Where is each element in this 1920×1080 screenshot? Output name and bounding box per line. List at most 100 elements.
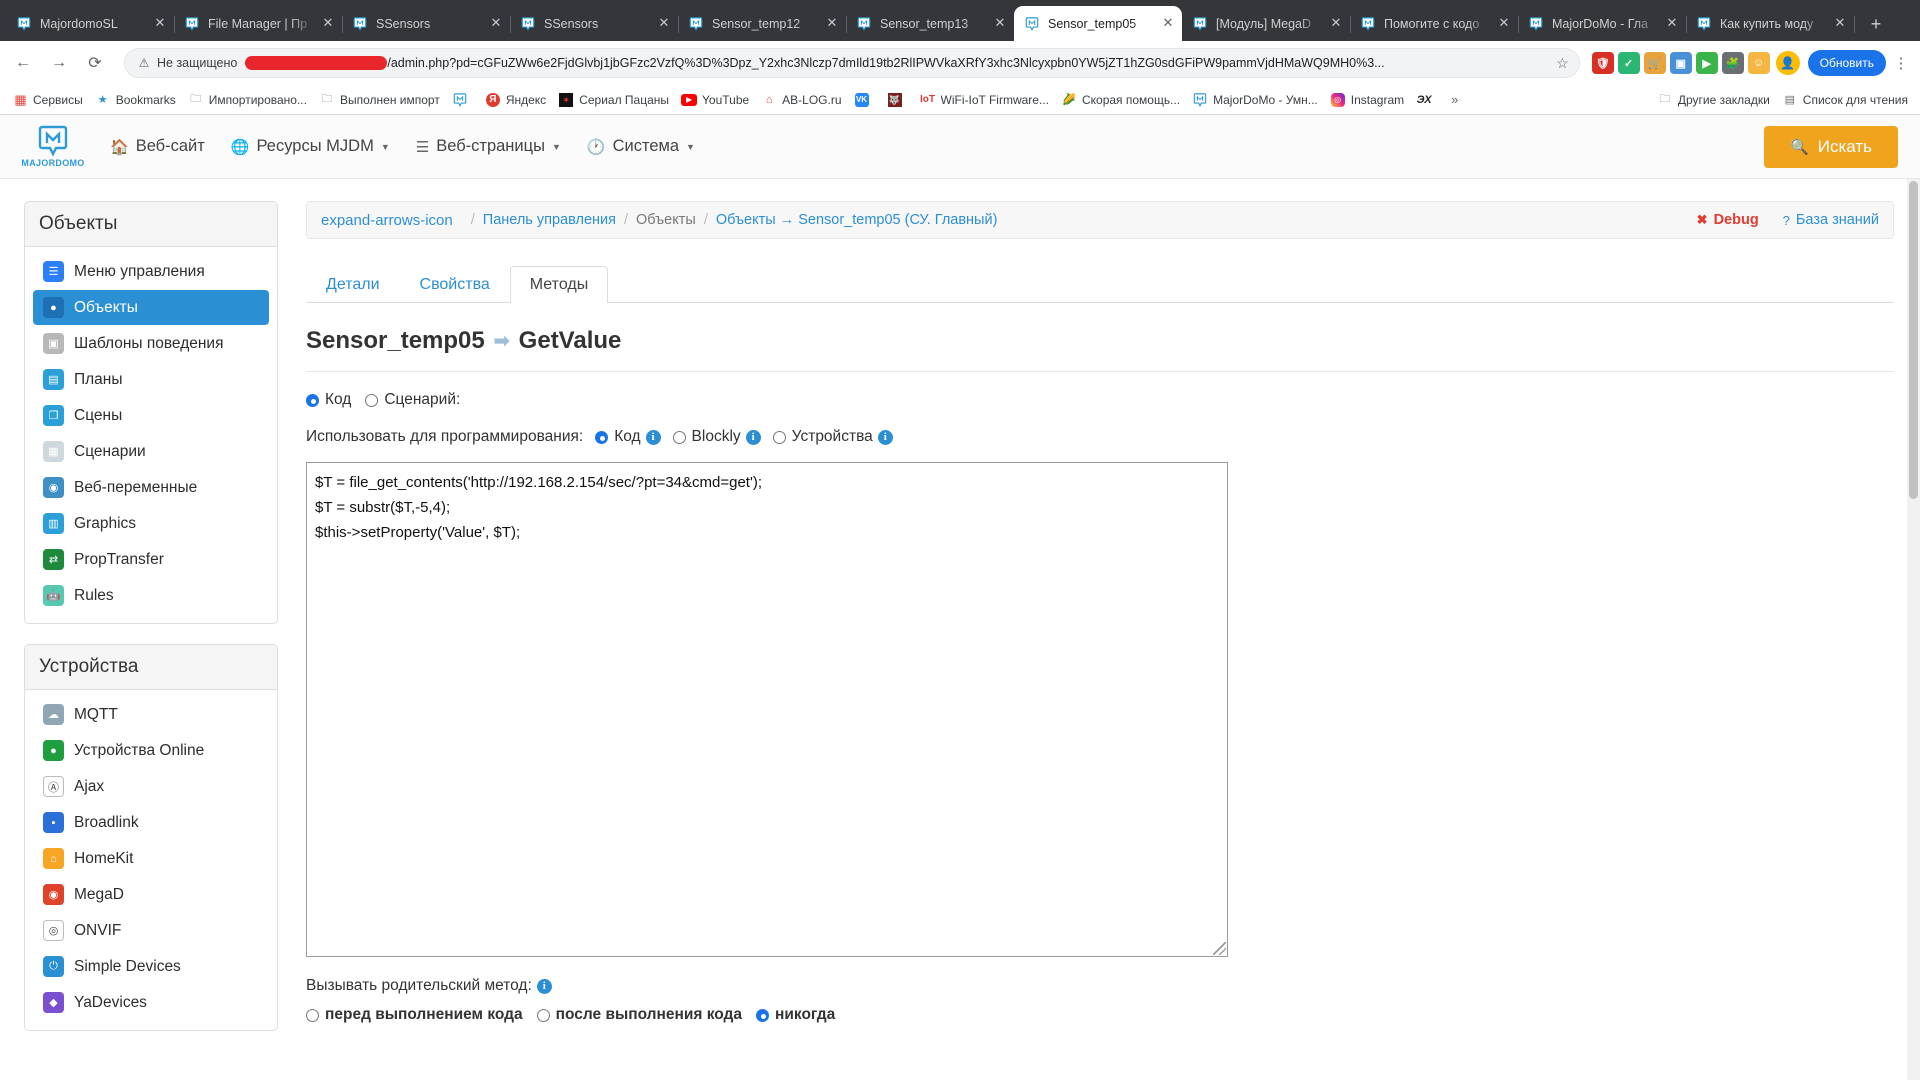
sidebar-item-proptransfer[interactable]: ⇄PropTransfer	[33, 542, 269, 577]
nav-item-система[interactable]: 🕐Система▼	[587, 137, 695, 156]
bookmark-item[interactable]: MajorDoMo - Умн...	[1186, 89, 1324, 111]
browser-tab[interactable]: File Manager | Пр✕	[174, 7, 342, 41]
scrollbar-thumb[interactable]	[1909, 181, 1918, 499]
browser-tab[interactable]: SSensors✕	[342, 7, 510, 41]
sidebar-item-меню-управления[interactable]: ☰Меню управления	[33, 254, 269, 289]
breadcrumb-item-0[interactable]: Панель управления	[483, 212, 616, 228]
tab-close-icon[interactable]: ✕	[1328, 16, 1344, 32]
sidebar-item-rules[interactable]: 🤖Rules	[33, 578, 269, 613]
sidebar-item-simple-devices[interactable]: ⏻Simple Devices	[33, 949, 269, 984]
bookmark-item[interactable]: ◎Instagram	[1324, 89, 1410, 111]
sidebar-item-megad[interactable]: ◉MegaD	[33, 877, 269, 912]
bookmark-item[interactable]: 🗀Импортировано...	[182, 89, 313, 111]
tab-methods[interactable]: Методы	[510, 266, 608, 303]
bookmark-item[interactable]: 🐺	[881, 89, 914, 111]
smiley-ext-icon[interactable]: ☺	[1748, 52, 1770, 74]
sidebar-item-веб-переменные[interactable]: ◉Веб-переменные	[33, 470, 269, 505]
sidebar-item-homekit[interactable]: ⌂HomeKit	[33, 841, 269, 876]
shield-ext-icon[interactable]: 🛡	[1592, 52, 1614, 74]
browser-tab[interactable]: MajorDoMo - Гла✕	[1518, 7, 1686, 41]
bookmark-item[interactable]: ✶Сериал Пацаны	[552, 89, 675, 111]
browser-tab[interactable]: SSensors✕	[510, 7, 678, 41]
bookmark-item[interactable]	[446, 89, 479, 111]
kebab-menu-icon[interactable]: ⋮	[1890, 54, 1912, 72]
sidebar-item-сценарии[interactable]: ▦Сценарии	[33, 434, 269, 469]
info-icon-devices[interactable]: i	[878, 430, 893, 445]
sidebar-item-шаблоны-поведения[interactable]: ▣Шаблоны поведения	[33, 326, 269, 361]
tab-close-icon[interactable]: ✕	[1496, 16, 1512, 32]
sidebar-item-broadlink[interactable]: ▪Broadlink	[33, 805, 269, 840]
radio-prog-devices[interactable]	[773, 431, 786, 444]
sidebar-item-объекты[interactable]: ●Объекты	[33, 290, 269, 325]
info-icon-blockly[interactable]: i	[746, 430, 761, 445]
info-icon-parent[interactable]: i	[537, 979, 552, 994]
browser-tab-active[interactable]: Sensor_temp05✕	[1014, 6, 1182, 41]
bookmark-item[interactable]: ▶YouTube	[675, 89, 755, 111]
nav-item-веб-сайт[interactable]: 🏠Веб-сайт	[110, 137, 205, 156]
nav-item-веб-страницы[interactable]: ☰Веб-страницы▼	[416, 137, 561, 156]
tab-details[interactable]: Детали	[306, 266, 400, 303]
tab-close-icon[interactable]: ✕	[656, 16, 672, 32]
bookmark-item[interactable]: ★Bookmarks	[89, 89, 182, 111]
tab-close-icon[interactable]: ✕	[320, 16, 336, 32]
tab-close-icon[interactable]: ✕	[992, 16, 1008, 32]
bookmark-item[interactable]: ⌂AB-LOG.ru	[755, 89, 847, 111]
radio-mode-scenario[interactable]	[365, 394, 378, 407]
bookmark-item[interactable]: 🗀Выполнен импорт	[313, 89, 446, 111]
bookmark-star-icon[interactable]: ☆	[1551, 55, 1569, 72]
update-button[interactable]: Обновить	[1808, 50, 1886, 76]
browser-tab[interactable]: Как купить моду✕	[1686, 7, 1854, 41]
tab-properties[interactable]: Свойства	[400, 266, 510, 303]
tab-close-icon[interactable]: ✕	[1832, 16, 1848, 32]
majordomo-logo[interactable]: MAJORDOMO	[22, 125, 84, 168]
browser-tab[interactable]: MajordomoSL✕	[6, 7, 174, 41]
bookmark-folder[interactable]: 🗀Другие закладки	[1651, 89, 1776, 111]
bookmark-item[interactable]: ЯЯндекс	[479, 89, 552, 111]
bookmarks-overflow-button[interactable]: »	[1443, 92, 1466, 107]
reload-button[interactable]: ⟳	[80, 48, 110, 78]
sidebar-item-onvif[interactable]: ◎ONVIF	[33, 913, 269, 948]
sidebar-item-сцены[interactable]: ❐Сцены	[33, 398, 269, 433]
sidebar-item-mqtt[interactable]: ☁MQTT	[33, 697, 269, 732]
radio-prog-blockly[interactable]	[673, 431, 686, 444]
code-editor[interactable]: $T = file_get_contents('http://192.168.2…	[306, 462, 1228, 957]
sidebar-item-устройства-online[interactable]: ●Устройства Online	[33, 733, 269, 768]
bookmark-folder[interactable]: ▤Список для чтения	[1776, 89, 1914, 111]
new-tab-button[interactable]: +	[1862, 10, 1890, 38]
bookmark-item[interactable]: IoTWiFi-IoT Firmware...	[914, 89, 1055, 111]
back-button[interactable]: ←	[8, 48, 38, 78]
forward-button[interactable]: →	[44, 48, 74, 78]
knowledge-base-link[interactable]: ? База знаний	[1783, 212, 1879, 228]
nav-item-ресурсы-mjdm[interactable]: 🌐Ресурсы MJDM▼	[231, 137, 390, 156]
bookmark-item[interactable]: 🌽Скорая помощь...	[1055, 89, 1186, 111]
tab-close-icon[interactable]: ✕	[1160, 16, 1176, 32]
lastpass-ext-icon[interactable]: ✓	[1618, 52, 1640, 74]
expand-arrows-icon[interactable]: expand-arrows-icon	[321, 212, 453, 229]
tab-close-icon[interactable]: ✕	[488, 16, 504, 32]
bookmark-item[interactable]: ▦Сервисы	[6, 89, 89, 111]
radio-prog-code[interactable]	[595, 431, 608, 444]
address-bar[interactable]: ⚠ Не защищено /admin.php?pd=cGFuZWw6e2Fj…	[124, 48, 1580, 78]
browser-tab[interactable]: Sensor_temp12✕	[678, 7, 846, 41]
bookmark-item[interactable]: VK	[848, 89, 881, 111]
page-scrollbar[interactable]	[1907, 179, 1920, 1080]
debug-link[interactable]: ✖ Debug	[1697, 212, 1759, 228]
tab-close-icon[interactable]: ✕	[1664, 16, 1680, 32]
cart-ext-icon[interactable]: 🛒	[1644, 52, 1666, 74]
search-button[interactable]: 🔍 Искать	[1764, 126, 1898, 168]
browser-tab[interactable]: Помогите с кодо✕	[1350, 7, 1518, 41]
sidebar-item-планы[interactable]: ▤Планы	[33, 362, 269, 397]
tab-close-icon[interactable]: ✕	[152, 16, 168, 32]
bookmark-item[interactable]: ЭХ	[1410, 89, 1443, 111]
radio-parent-never[interactable]	[756, 1009, 769, 1022]
play-ext-icon[interactable]: ▶	[1696, 52, 1718, 74]
sidebar-item-graphics[interactable]: ▥Graphics	[33, 506, 269, 541]
radio-mode-code[interactable]	[306, 394, 319, 407]
radio-parent-before[interactable]	[306, 1009, 319, 1022]
tab-close-icon[interactable]: ✕	[824, 16, 840, 32]
security-indicator[interactable]: ⚠ Не защищено	[137, 56, 237, 70]
info-icon-code[interactable]: i	[646, 430, 661, 445]
breadcrumb-item-2[interactable]: Объекты → Sensor_temp05 (СУ. Главный)	[716, 212, 998, 228]
browser-tab[interactable]: [Модуль] MegaD✕	[1182, 7, 1350, 41]
radio-parent-after[interactable]	[537, 1009, 550, 1022]
